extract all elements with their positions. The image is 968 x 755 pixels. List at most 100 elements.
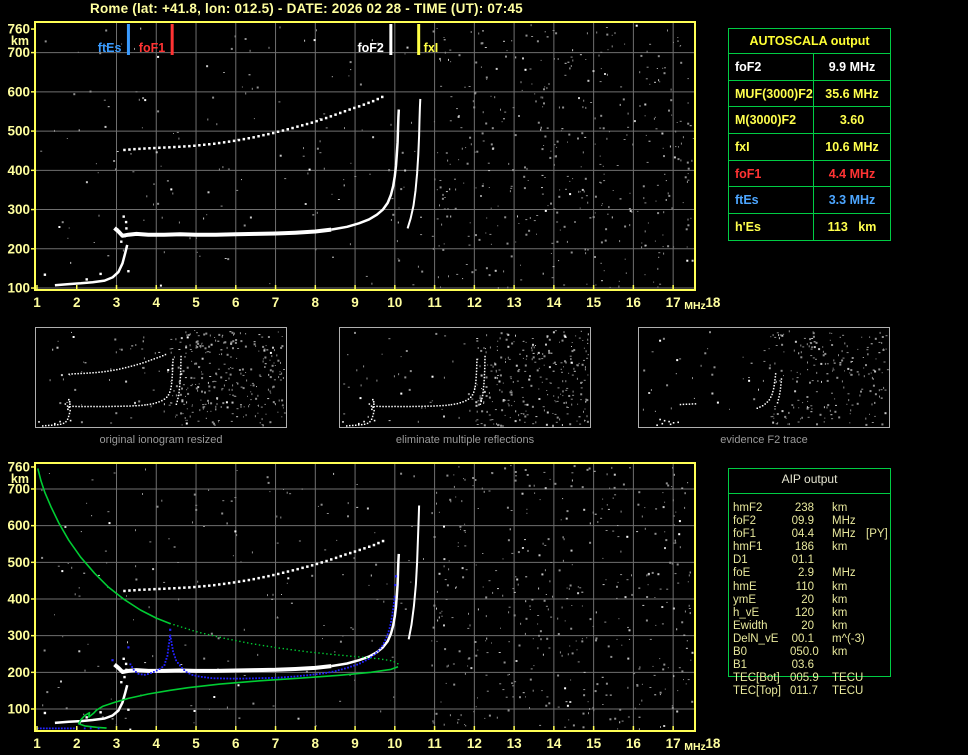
param-value: 238 (794, 502, 814, 514)
param-label: D1 (733, 554, 748, 567)
svg-text:6: 6 (232, 295, 240, 310)
param-unit: km (832, 619, 848, 632)
svg-text:foF2: foF2 (357, 41, 383, 55)
param-label: MUF(3000)F2 (735, 86, 813, 101)
table-row: B1 03.6 (733, 659, 908, 672)
aip-ionogram-plot: 1 2 3 4 5 6 7 8 9 10 11 12 13 14 15 16 17 187607006005004… (7, 459, 721, 753)
svg-text:400: 400 (7, 591, 30, 606)
table-row: foF1 04.4 MHz [PY] (733, 528, 908, 541)
param-value: 005.9 (790, 672, 819, 685)
thumbnail-original-ionogram (35, 327, 287, 428)
param-note (866, 515, 908, 528)
table-row: Ewidth 20 km (733, 620, 908, 633)
param-note (866, 567, 908, 580)
svg-text:600: 600 (7, 84, 30, 99)
svg-text:foF1: foF1 (139, 41, 165, 55)
param-label: foE (733, 567, 751, 580)
param-note (866, 607, 908, 620)
autoscala-window: Rome (lat: +41.8, lon: 012.5) - DATE: 20… (0, 0, 968, 755)
param-note (866, 502, 908, 515)
param-value: 20 (801, 619, 814, 632)
svg-text:7: 7 (272, 295, 280, 310)
svg-text:15: 15 (586, 295, 602, 310)
thumbnail-plot (642, 330, 889, 426)
param-unit (814, 659, 866, 672)
param-value: 050.0 (790, 646, 819, 659)
svg-text:MHz: MHz (684, 741, 706, 753)
svg-text:4: 4 (153, 295, 161, 310)
svg-text:5: 5 (192, 295, 200, 310)
param-label: TEC[Bot] (733, 672, 780, 685)
svg-text:MHz: MHz (684, 300, 706, 312)
param-value: 20 (801, 593, 814, 606)
param-label: hmF1 (733, 541, 763, 554)
svg-text:11: 11 (427, 295, 442, 310)
param-label: hmF2 (733, 502, 763, 514)
param-value: 03.6 (791, 659, 814, 672)
svg-text:600: 600 (7, 518, 30, 533)
param-unit: km (832, 541, 848, 554)
param-label: ymE (733, 593, 756, 606)
param-label: TEC[Top] (733, 685, 781, 698)
table-row: TEC[Bot] 005.9 TECU (733, 672, 908, 685)
svg-text:2: 2 (73, 736, 81, 751)
aip-table-rows: hmF2 238 km foF2 09.9 MHz foF1 04.4 MHz [PY] hm… (733, 502, 908, 698)
table-row: foF1 4.4 MHz (729, 159, 890, 187)
svg-text:200: 200 (7, 241, 30, 256)
svg-text:13: 13 (507, 295, 523, 310)
svg-text:7: 7 (272, 736, 280, 751)
svg-text:18: 18 (705, 295, 721, 310)
param-value: 01.1 (791, 554, 814, 567)
table-row: B0 050.0 km (733, 646, 908, 659)
param-value: 00.1 (791, 632, 814, 645)
table-row: h'Es 113 km (729, 213, 890, 240)
table-row: ftEs 3.3 MHz (729, 186, 890, 214)
svg-text:11: 11 (427, 736, 442, 751)
param-unit: km (832, 646, 848, 659)
param-label: hmE (733, 580, 757, 593)
param-note (866, 541, 908, 554)
param-label: M(3000)F2 (735, 113, 797, 128)
svg-text:km: km (11, 472, 29, 486)
svg-text:6: 6 (232, 736, 240, 751)
param-value: 113 km (813, 214, 890, 240)
table-row: hmF1 186 km (733, 541, 908, 554)
param-value: 4.4 MHz (813, 160, 890, 187)
param-unit: m^(-3) (832, 632, 865, 645)
param-value: 10.6 MHz (813, 134, 890, 160)
svg-text:18: 18 (705, 736, 721, 751)
param-value: 09.9 (791, 515, 814, 528)
svg-text:8: 8 (312, 736, 320, 751)
param-label: foF2 (733, 515, 757, 528)
param-unit: km (832, 580, 848, 593)
param-note (866, 594, 908, 607)
svg-text:14: 14 (546, 295, 562, 310)
param-unit: km (832, 606, 848, 619)
param-note (866, 685, 908, 698)
param-unit: MHz (832, 567, 856, 580)
svg-text:8: 8 (312, 295, 320, 310)
svg-text:500: 500 (7, 555, 30, 570)
table-row: foF2 09.9 MHz (733, 515, 908, 528)
param-value: 120 (794, 606, 814, 619)
param-label: ftEs (735, 193, 759, 208)
thumbnail-plot (342, 330, 589, 427)
param-unit: km (832, 502, 848, 514)
svg-text:400: 400 (7, 163, 30, 178)
param-label: foF1 (735, 166, 762, 181)
svg-text:100: 100 (7, 701, 30, 716)
svg-text:2: 2 (73, 295, 81, 310)
param-value: 110 (795, 580, 814, 593)
param-value: 3.60 (813, 107, 890, 134)
param-label: h_vE (733, 606, 760, 619)
table-row: ymE 20 km (733, 594, 908, 607)
svg-text:3: 3 (113, 295, 121, 310)
table-row: TEC[Top] 011.7 TECU (733, 685, 908, 698)
svg-text:10: 10 (387, 736, 402, 751)
param-label: fxI (735, 139, 750, 154)
param-note (866, 620, 908, 633)
thumbnail-plot (38, 330, 286, 427)
autoscala-table-title: AUTOSCALA output (749, 34, 870, 48)
table-row: MUF(3000)F2 35.6 MHz (729, 79, 890, 107)
svg-text:16: 16 (626, 736, 642, 751)
